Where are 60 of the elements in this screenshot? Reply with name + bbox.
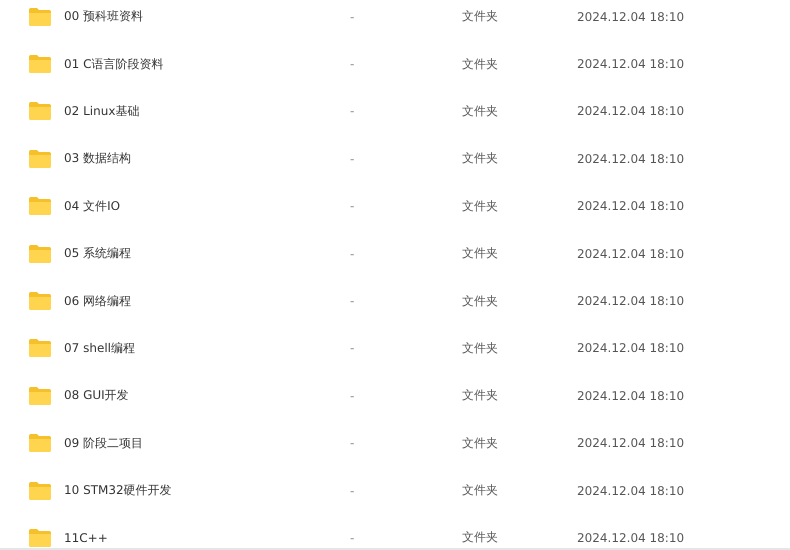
- file-name[interactable]: 02 Linux基础: [64, 102, 350, 120]
- file-type: 文件夹: [462, 8, 499, 26]
- folder-icon: [28, 386, 52, 406]
- folder-icon: [28, 101, 52, 122]
- folder-icon: [28, 6, 52, 27]
- file-name[interactable]: 05 系统编程: [64, 245, 350, 262]
- file-size: -: [350, 484, 356, 498]
- file-type: 文件夹: [462, 56, 499, 73]
- modified-date: 2024.12.04 18:10: [577, 246, 686, 261]
- folder-icon: [28, 528, 52, 548]
- file-name[interactable]: 09 阶段二项目: [64, 434, 350, 452]
- modified-date: 2024.12.04 18:10: [577, 341, 686, 356]
- file-size: -: [350, 341, 356, 356]
- file-name[interactable]: 11C++: [64, 530, 350, 545]
- file-type: 文件夹: [462, 529, 499, 546]
- modified-date: 2024.12.04 18:10: [577, 484, 686, 498]
- file-type: 文件夹: [462, 102, 499, 120]
- file-type: 文件夹: [462, 245, 499, 262]
- file-type: 文件夹: [462, 387, 499, 404]
- modified-date: 2024.12.04 18:10: [577, 294, 686, 308]
- file-size: -: [350, 246, 356, 261]
- folder-icon: [28, 244, 52, 264]
- modified-date: 2024.12.04 18:10: [577, 104, 686, 118]
- file-type: 文件夹: [462, 340, 499, 357]
- file-size: -: [350, 199, 356, 214]
- modified-date: 2024.12.04 18:10: [577, 436, 686, 450]
- file-size: -: [350, 436, 356, 450]
- file-name[interactable]: 07 shell编程: [64, 340, 350, 357]
- folder-icon: [28, 433, 52, 454]
- file-name[interactable]: 06 网络编程: [64, 292, 350, 310]
- folder-icon: [28, 338, 52, 358]
- file-type: 文件夹: [462, 434, 499, 452]
- file-size: -: [350, 530, 356, 545]
- file-size: -: [350, 294, 356, 308]
- modified-date: 2024.12.04 18:10: [577, 388, 686, 403]
- folder-icon: [28, 196, 52, 216]
- folder-icon: [28, 148, 52, 169]
- file-type: 文件夹: [462, 150, 499, 168]
- file-size: -: [350, 152, 356, 166]
- modified-date: 2024.12.04 18:10: [577, 530, 686, 545]
- file-type: 文件夹: [462, 482, 499, 500]
- file-size: -: [350, 104, 356, 118]
- file-type: 文件夹: [462, 198, 499, 215]
- modified-date: 2024.12.04 18:10: [577, 199, 686, 214]
- file-type: 文件夹: [462, 292, 499, 310]
- folder-icon: [28, 480, 52, 501]
- modified-date: 2024.12.04 18:10: [577, 10, 686, 24]
- file-name[interactable]: 01 C语言阶段资料: [64, 56, 350, 73]
- folder-icon: [28, 54, 52, 74]
- modified-date: 2024.12.04 18:10: [577, 57, 686, 72]
- file-name[interactable]: 04 文件IO: [64, 198, 350, 215]
- modified-date: 2024.12.04 18:10: [577, 152, 686, 166]
- folder-icon: [28, 291, 52, 312]
- file-size: -: [350, 10, 356, 24]
- file-name[interactable]: 10 STM32硬件开发: [64, 482, 350, 500]
- file-name[interactable]: 03 数据结构: [64, 150, 350, 168]
- file-size: -: [350, 57, 356, 72]
- file-name[interactable]: 00 预科班资料: [64, 8, 350, 26]
- file-name[interactable]: 08 GUI开发: [64, 387, 350, 404]
- file-size: -: [350, 388, 356, 403]
